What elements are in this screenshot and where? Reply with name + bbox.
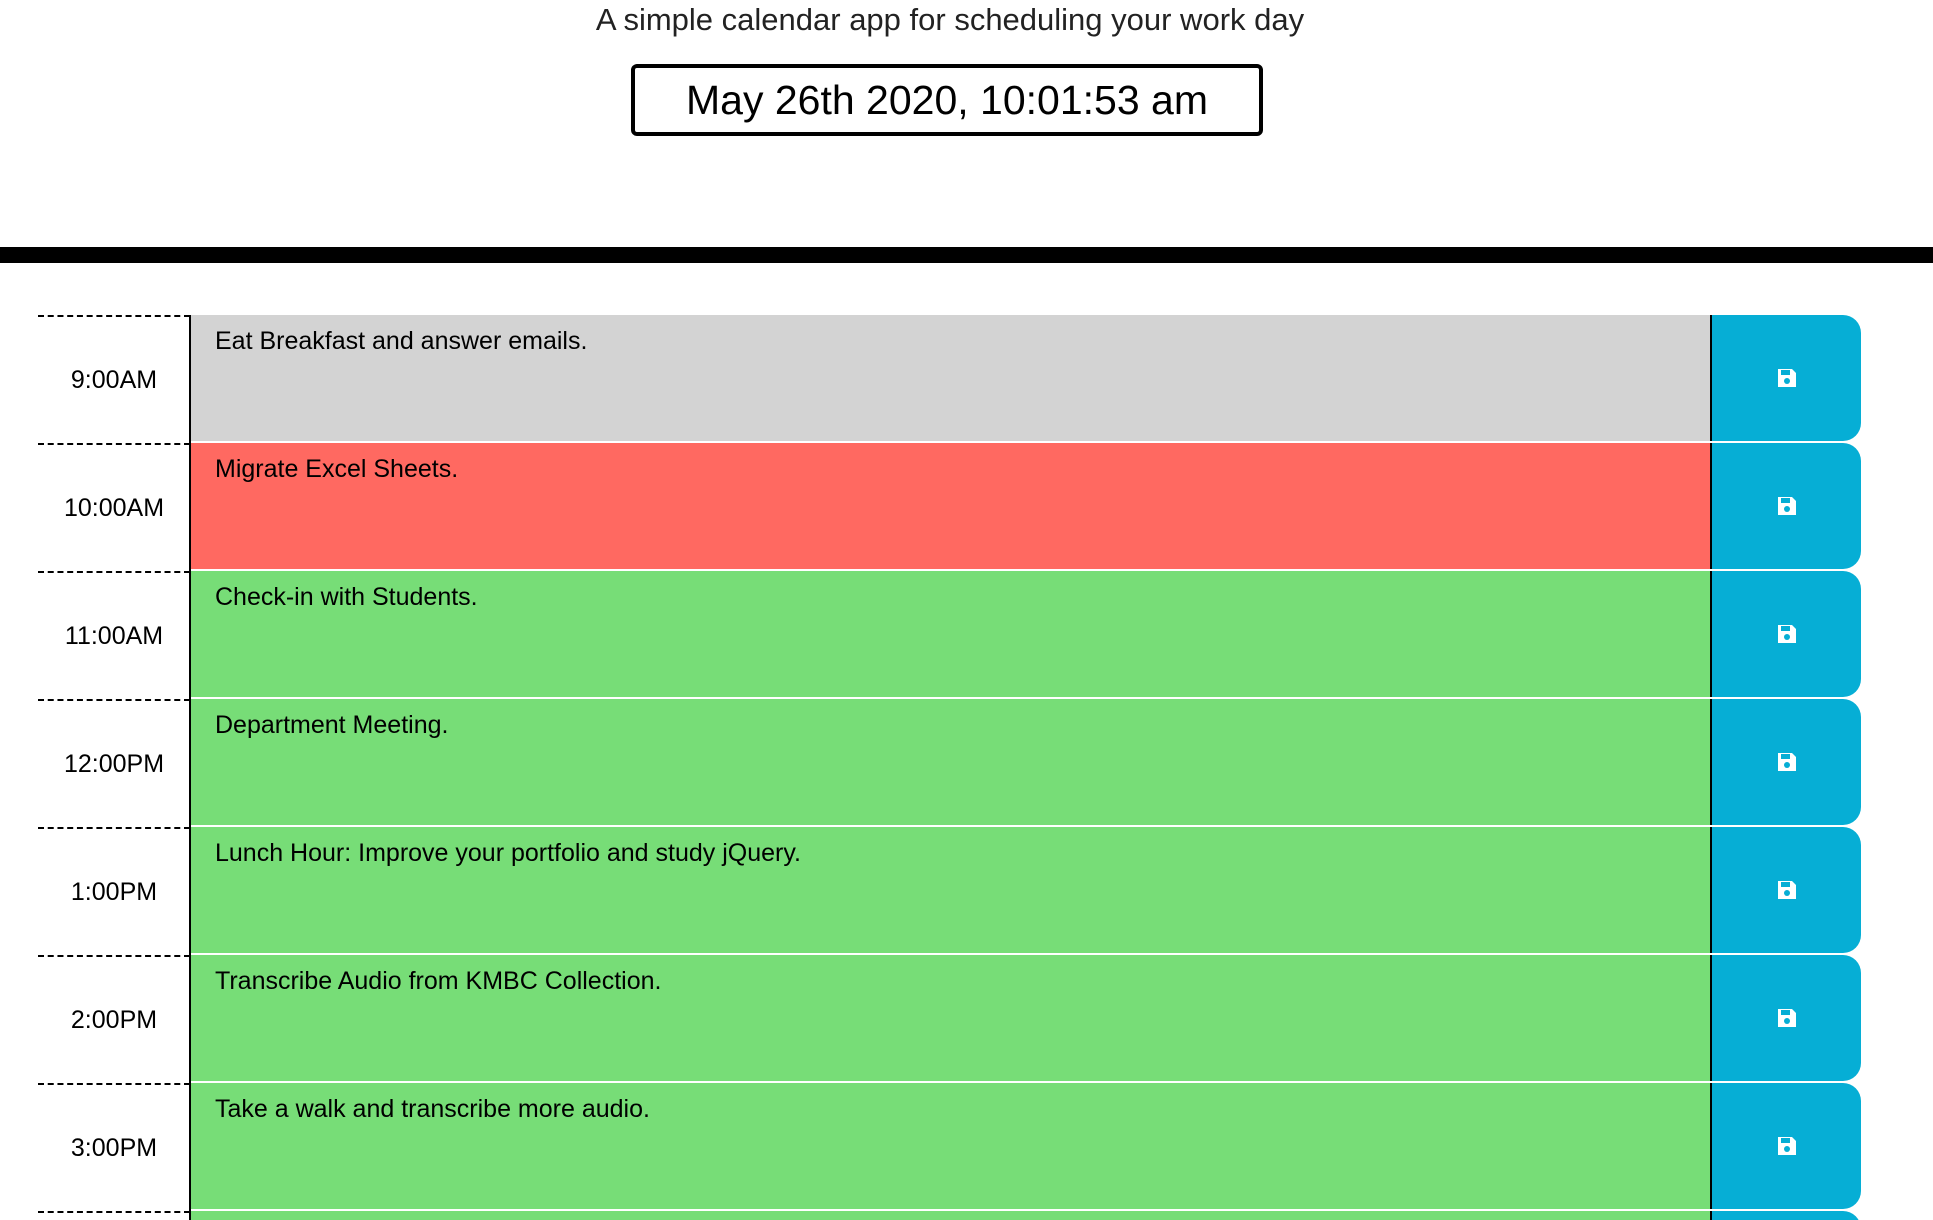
hour-label: 11:00AM (38, 571, 190, 699)
timeblock-row: 10:00AM Migrate Excel Sheets. (0, 443, 1933, 571)
save-button[interactable] (1710, 955, 1861, 1081)
hour-label: 2:00PM (38, 955, 190, 1083)
floppy-disk-icon (1777, 497, 1796, 515)
hour-label: 12:00PM (38, 699, 190, 827)
current-datetime: May 26th 2020, 10:01:53 am (631, 64, 1263, 136)
page: A simple calendar app for scheduling you… (0, 0, 1933, 1220)
save-button[interactable] (1710, 443, 1861, 569)
timeblock-row: 12:00PM Department Meeting. (0, 699, 1933, 827)
save-button[interactable] (1710, 1211, 1861, 1220)
description-text: Lunch Hour: Improve your portfolio and s… (215, 839, 801, 867)
hour-label: 3:00PM (38, 1083, 190, 1211)
hour-label: 1:00PM (38, 827, 190, 955)
timeblock-row-partial (0, 1211, 1933, 1220)
description-textarea[interactable]: Department Meeting. (191, 699, 1711, 827)
floppy-disk-icon (1777, 753, 1796, 771)
description-textarea[interactable]: Take a walk and transcribe more audio. (191, 1083, 1711, 1211)
description-text: Take a walk and transcribe more audio. (215, 1095, 650, 1123)
lead-subtitle: A simple calendar app for scheduling you… (595, 2, 1305, 37)
description-textarea[interactable]: Lunch Hour: Improve your portfolio and s… (191, 827, 1711, 955)
description-text: Eat Breakfast and answer emails. (215, 327, 588, 355)
description-text: Department Meeting. (215, 711, 449, 739)
current-datetime-text: May 26th 2020, 10:01:53 am (686, 76, 1208, 123)
save-button[interactable] (1710, 1083, 1861, 1209)
save-button[interactable] (1710, 699, 1861, 825)
description-text: Check-in with Students. (215, 583, 478, 611)
description-textarea[interactable]: Eat Breakfast and answer emails. (191, 315, 1711, 443)
hour-label: 9:00AM (38, 315, 190, 443)
timeblock-row: 3:00PM Take a walk and transcribe more a… (0, 1083, 1933, 1211)
floppy-disk-icon (1777, 1009, 1796, 1027)
floppy-disk-icon (1777, 369, 1796, 387)
timeblock-row: 11:00AM Check-in with Students. (0, 571, 1933, 699)
timeblock-list: 9:00AM Eat Breakfast and answer emails. … (0, 315, 1933, 1220)
timeblock-row: 9:00AM Eat Breakfast and answer emails. (0, 315, 1933, 443)
save-button[interactable] (1710, 571, 1861, 697)
hour-label (38, 1211, 190, 1220)
description-textarea[interactable] (191, 1211, 1711, 1220)
floppy-disk-icon (1777, 881, 1796, 899)
floppy-disk-icon (1777, 625, 1796, 643)
header-divider (0, 247, 1933, 263)
description-textarea[interactable]: Check-in with Students. (191, 571, 1711, 699)
description-textarea[interactable]: Migrate Excel Sheets. (191, 443, 1711, 571)
description-text: Migrate Excel Sheets. (215, 455, 459, 483)
description-text: Transcribe Audio from KMBC Collection. (215, 967, 662, 995)
save-button[interactable] (1710, 315, 1861, 441)
hour-label: 10:00AM (38, 443, 190, 571)
description-textarea[interactable]: Transcribe Audio from KMBC Collection. (191, 955, 1711, 1083)
timeblock-row: 1:00PM Lunch Hour: Improve your portfoli… (0, 827, 1933, 955)
timeblock-row: 2:00PM Transcribe Audio from KMBC Collec… (0, 955, 1933, 1083)
floppy-disk-icon (1777, 1137, 1796, 1155)
save-button[interactable] (1710, 827, 1861, 953)
